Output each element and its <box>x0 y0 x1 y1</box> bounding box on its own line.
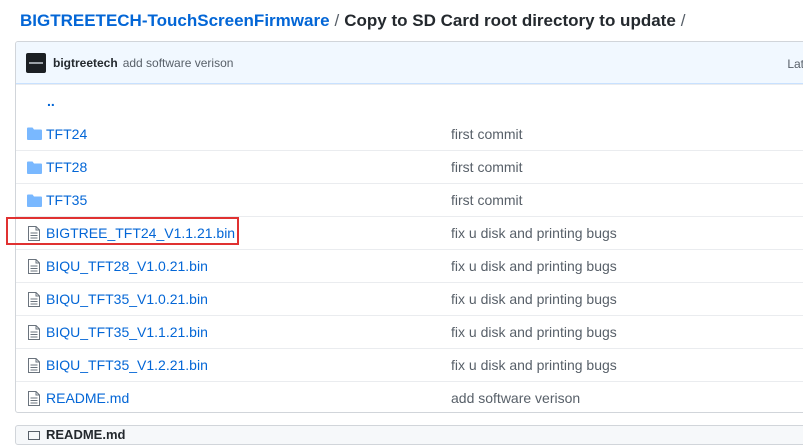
file-name-link[interactable]: TFT28 <box>46 159 451 175</box>
breadcrumb-repo-link[interactable]: BIGTREETECH-TouchScreenFirmware <box>20 11 330 30</box>
commit-message-link[interactable]: add software verison <box>451 390 580 406</box>
file-row[interactable]: BIGTREE_TFT24_V1.1.21.bin fix u disk and … <box>16 216 803 249</box>
file-list: TFT24 first commit TFT28 first commit TFT35 f… <box>16 117 803 412</box>
file-icon <box>26 258 42 274</box>
readme-header: README.md <box>15 425 803 445</box>
file-name-link[interactable]: TFT24 <box>46 126 451 142</box>
file-row[interactable]: TFT28 first commit <box>16 150 803 183</box>
commit-message-link[interactable]: fix u disk and printing bugs <box>451 291 617 307</box>
commit-message-link[interactable]: first commit <box>451 192 523 208</box>
folder-icon <box>26 161 42 174</box>
parent-directory-row[interactable]: .. <box>16 84 803 117</box>
file-name-link[interactable]: BIQU_TFT35_V1.2.21.bin <box>46 357 451 373</box>
commit-message-link[interactable]: fix u disk and printing bugs <box>451 357 617 373</box>
commit-message-link[interactable]: fix u disk and printing bugs <box>451 324 617 340</box>
parent-directory-link[interactable]: .. <box>47 93 55 109</box>
file-icon <box>26 225 42 241</box>
file-row[interactable]: TFT35 first commit <box>16 183 803 216</box>
file-row[interactable]: TFT24 first commit <box>16 117 803 150</box>
avatar[interactable] <box>26 52 46 73</box>
file-name-link[interactable]: BIQU_TFT35_V1.0.21.bin <box>46 291 451 307</box>
file-name-link[interactable]: BIQU_TFT35_V1.1.21.bin <box>46 324 451 340</box>
file-row[interactable]: BIQU_TFT28_V1.0.21.bin fix u disk and pri… <box>16 249 803 282</box>
file-icon <box>26 390 42 406</box>
commit-message-link[interactable]: fix u disk and printing bugs <box>451 225 617 241</box>
file-row[interactable]: README.md add software verison <box>16 381 803 412</box>
folder-icon <box>26 194 42 207</box>
file-row[interactable]: BIQU_TFT35_V1.1.21.bin fix u disk and pri… <box>16 315 803 348</box>
breadcrumb-separator: / <box>680 11 686 30</box>
readme-title: README.md <box>46 427 126 442</box>
file-name-link[interactable]: BIQU_TFT28_V1.0.21.bin <box>46 258 451 274</box>
commit-author[interactable]: bigtreetech <box>53 56 118 70</box>
breadcrumb-separator: / <box>334 11 340 30</box>
file-name-link[interactable]: README.md <box>46 390 451 406</box>
folder-icon <box>26 127 42 140</box>
commit-message-link[interactable]: fix u disk and printing bugs <box>451 258 617 274</box>
file-icon <box>26 324 42 340</box>
file-name-link[interactable]: TFT35 <box>46 192 451 208</box>
file-row[interactable]: BIQU_TFT35_V1.2.21.bin fix u disk and pri… <box>16 348 803 381</box>
file-name-link[interactable]: BIGTREE_TFT24_V1.1.21.bin <box>46 225 451 241</box>
breadcrumb-current-folder: Copy to SD Card root directory to update <box>344 11 676 30</box>
file-browser: bigtreetech add software verison Lat .. … <box>15 41 803 413</box>
commit-message-link[interactable]: first commit <box>451 126 523 142</box>
file-row[interactable]: BIQU_TFT35_V1.0.21.bin fix u disk and pri… <box>16 282 803 315</box>
file-icon <box>26 357 42 373</box>
commit-message[interactable]: add software verison <box>123 56 234 70</box>
breadcrumb: BIGTREETECH-TouchScreenFirmware / Copy to … <box>20 10 691 32</box>
commit-message-link[interactable]: first commit <box>451 159 523 175</box>
latest-commit-bar: bigtreetech add software verison Lat <box>16 42 803 84</box>
latest-commit-label[interactable]: Lat <box>787 57 803 71</box>
file-icon <box>26 291 42 307</box>
